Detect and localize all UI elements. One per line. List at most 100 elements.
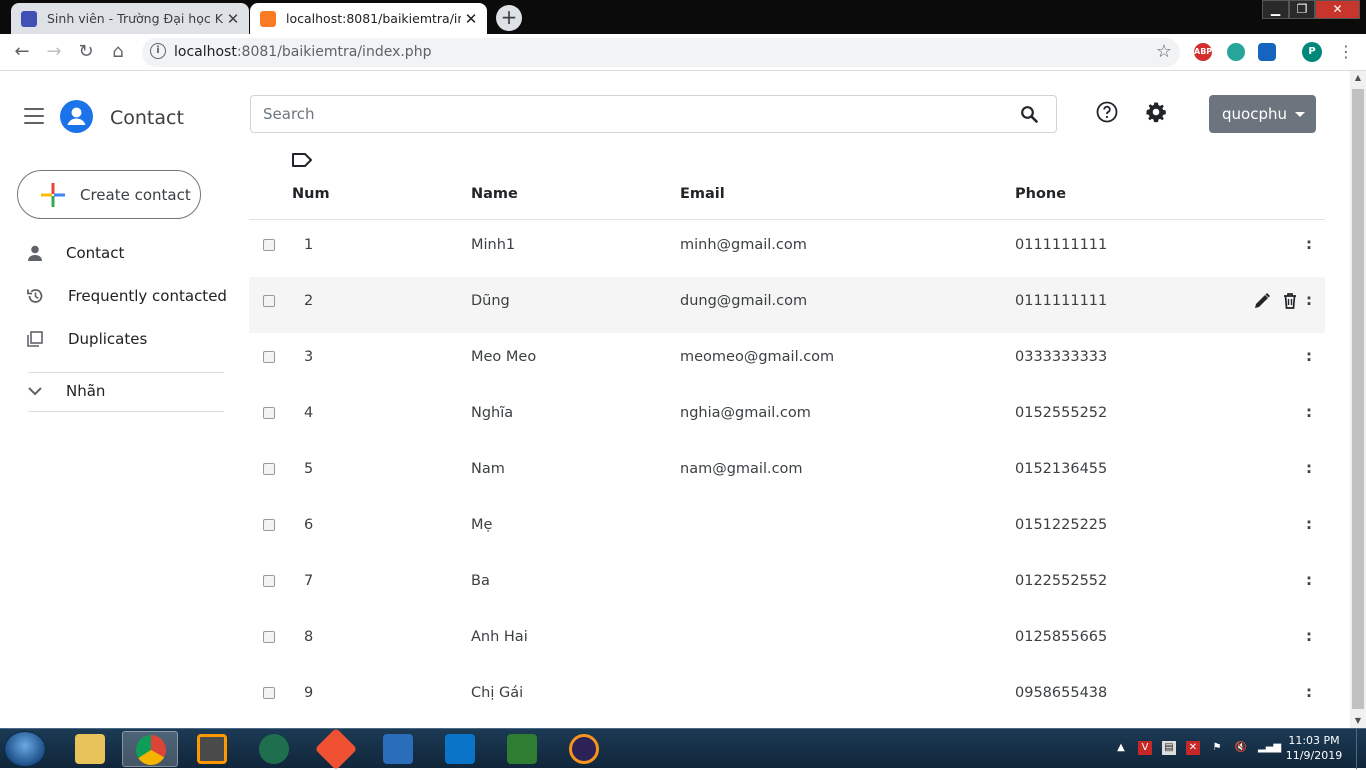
user-menu-button[interactable]: quocphu [1209,95,1316,133]
cell-phone: 0111111111 [1015,237,1108,253]
row-checkbox[interactable] [263,519,275,531]
sidebar-item-duplicates[interactable]: Duplicates [0,321,230,357]
table-row[interactable]: 2 Dũng dung@gmail.com 0111111111: [249,277,1325,333]
new-tab-button[interactable]: + [496,5,522,31]
minimize-window-button[interactable]: ▁ [1262,0,1289,19]
taskbar-app[interactable] [370,731,426,767]
table-row[interactable]: 8 Anh Hai 0125855665: [249,613,1325,669]
abp-icon[interactable]: ABP [1194,43,1212,61]
table-row[interactable]: 6 Mẹ 0151225225: [249,501,1325,557]
more-options-icon[interactable]: : [1306,403,1312,421]
row-checkbox[interactable] [263,463,275,475]
row-checkbox[interactable] [263,295,275,307]
tray-app-icon[interactable]: V [1138,741,1152,755]
network-signal-icon[interactable]: ▂▄▆ [1258,741,1281,755]
sidebar-item-label: Frequently contacted [68,287,227,305]
action-center-flag-icon[interactable]: ⚑ [1210,741,1224,755]
search-icon[interactable] [1020,105,1038,123]
page-scrollbar[interactable]: ▲ ▼ [1350,71,1366,728]
taskbar-app[interactable] [184,731,240,767]
taskbar-app[interactable] [122,731,178,767]
column-header-email[interactable]: Email [680,186,725,202]
row-checkbox[interactable] [263,687,275,699]
cell-num: 4 [304,405,314,421]
taskbar-app[interactable] [556,731,612,767]
table-row[interactable]: 9 Chị Gái 0958655438: [249,669,1325,725]
more-options-icon[interactable]: : [1306,683,1312,701]
taskbar-clock[interactable]: 11:03 PM 11/9/2019 [1284,733,1344,763]
show-desktop-button[interactable] [1356,729,1366,769]
copy-icon [27,331,43,347]
extension-icon[interactable] [1227,43,1245,61]
cell-phone: 0125855665 [1015,629,1108,645]
label-icon[interactable] [291,152,313,168]
cell-email: minh@gmail.com [680,237,807,253]
browser-tab-localhost[interactable]: localhost:8081/baikiemtra/index. ✕ [250,3,487,34]
more-options-icon[interactable]: : [1306,235,1312,253]
cell-email: nam@gmail.com [680,461,803,477]
close-window-button[interactable]: ✕ [1315,0,1360,19]
search-input[interactable] [263,104,1003,124]
cell-phone: 0151225225 [1015,517,1108,533]
profile-icon[interactable]: P [1302,42,1322,62]
forward-icon[interactable]: → [42,40,66,64]
gear-icon[interactable] [1145,101,1167,123]
table-row[interactable]: 3 Meo Meo meomeo@gmail.com 0333333333: [249,333,1325,389]
more-options-icon[interactable]: : [1306,627,1312,645]
more-options-icon[interactable]: : [1306,515,1312,533]
more-options-icon[interactable]: : [1306,459,1312,477]
back-icon[interactable]: ← [10,40,34,64]
reload-icon[interactable]: ↻ [74,40,98,64]
start-button[interactable] [4,731,46,767]
close-tab-icon[interactable]: ✕ [461,10,481,28]
site-info-icon[interactable]: i [150,43,166,59]
home-icon[interactable]: ⌂ [106,40,130,64]
row-checkbox[interactable] [263,239,275,251]
help-icon[interactable] [1096,101,1118,123]
taskbar-app[interactable] [246,731,302,767]
row-checkbox[interactable] [263,351,275,363]
more-options-icon[interactable]: : [1306,571,1312,589]
taskbar-app[interactable] [308,727,364,770]
url-host: localhost [174,44,237,60]
taskbar-app[interactable] [494,731,550,767]
trash-icon[interactable] [1281,292,1299,310]
column-header-phone[interactable]: Phone [1015,186,1066,202]
tray-clipboard-icon[interactable]: ▤ [1162,741,1176,755]
table-row[interactable]: 1 Minh1 minh@gmail.com 0111111111: [249,221,1325,277]
cell-phone: 0152136455 [1015,461,1108,477]
browser-tab-student[interactable]: Sinh viên - Trường Đại học Khoa ✕ [11,3,249,34]
close-tab-icon[interactable]: ✕ [223,10,243,28]
more-options-icon[interactable]: : [1306,291,1312,309]
address-bar[interactable]: i localhost:8081/baikiemtra/index.php ☆ [142,38,1180,67]
scroll-down-icon[interactable]: ▼ [1350,714,1366,728]
bookmark-star-icon[interactable]: ☆ [1156,41,1172,62]
scrollbar-thumb[interactable] [1352,89,1364,709]
column-header-name[interactable]: Name [471,186,518,202]
extension-icon[interactable] [1258,43,1276,61]
menu-icon[interactable] [24,108,44,124]
show-hidden-icons-icon[interactable]: ▲ [1114,741,1128,755]
more-options-icon[interactable]: : [1306,347,1312,365]
sidebar-item-contact[interactable]: Contact [0,235,230,271]
tray-error-icon[interactable]: ✕ [1186,741,1200,755]
sublime-icon [197,734,227,764]
browser-menu-icon[interactable]: ⋮ [1338,42,1354,61]
row-checkbox[interactable] [263,575,275,587]
labels-section-toggle[interactable]: Nhãn [0,373,230,409]
atom-icon [259,734,289,764]
row-checkbox[interactable] [263,407,275,419]
maximize-window-button[interactable]: ❐ [1289,0,1315,19]
row-checkbox[interactable] [263,631,275,643]
table-row[interactable]: 5 Nam nam@gmail.com 0152136455: [249,445,1325,501]
table-row[interactable]: 4 Nghĩa nghia@gmail.com 0152555252: [249,389,1325,445]
create-contact-button[interactable]: Create contact [17,170,201,219]
edit-pencil-icon[interactable] [1253,292,1271,310]
column-header-num[interactable]: Num [292,186,330,202]
taskbar-app[interactable] [62,731,118,767]
taskbar-app[interactable] [432,731,488,767]
scroll-up-icon[interactable]: ▲ [1350,71,1366,85]
table-row[interactable]: 7 Ba 0122552552: [249,557,1325,613]
volume-muted-icon[interactable]: 🔇 [1234,741,1248,755]
sidebar-item-frequently-contacted[interactable]: Frequently contacted [0,278,230,314]
